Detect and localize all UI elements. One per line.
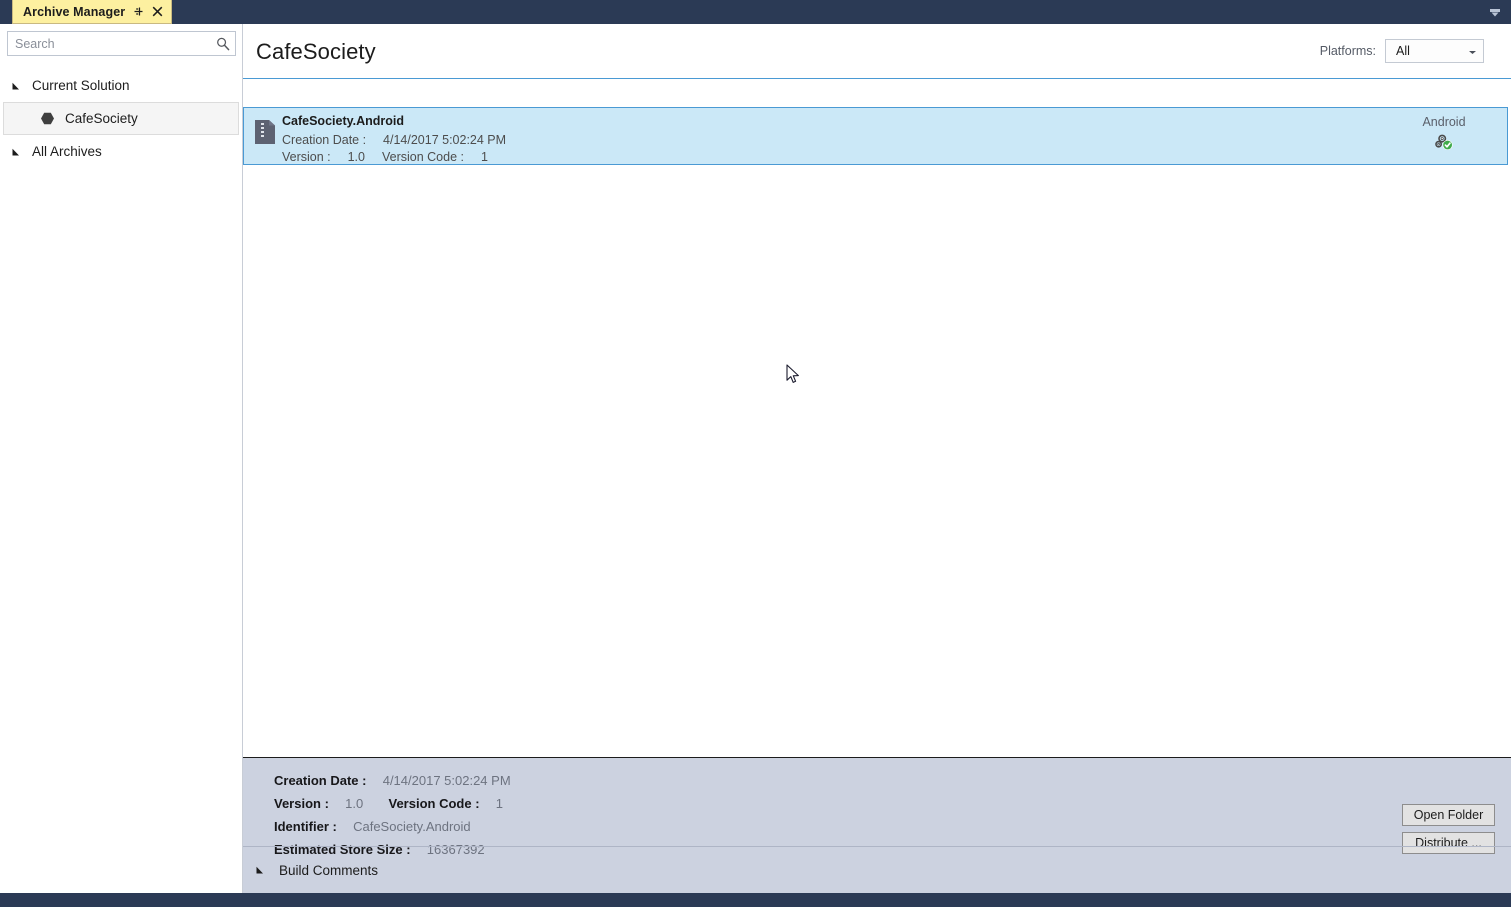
search-input[interactable] <box>8 32 211 55</box>
detail-identifier: Identifier : CafeSociety.Android <box>274 819 471 834</box>
tab-archive-manager[interactable]: Archive Manager <box>12 0 173 24</box>
tree-item-cafesociety[interactable]: CafeSociety <box>3 102 239 135</box>
archive-item-version-line: Version : 1.0 Version Code : 1 <box>282 150 488 164</box>
platform-filter: Platforms: All <box>1320 39 1484 63</box>
platform-select[interactable]: All <box>1385 39 1484 63</box>
archive-item-version-label: Version : <box>282 150 331 164</box>
tree-item-current-solution-label: Current Solution <box>32 78 130 93</box>
archive-list-item[interactable]: CafeSociety.Android Creation Date : 4/14… <box>243 107 1508 165</box>
detail-creation-date-key: Creation Date : <box>274 773 367 788</box>
detail-identifier-value: CafeSociety.Android <box>353 819 471 834</box>
detail-version: Version : 1.0 Version Code : 1 <box>274 796 503 811</box>
tab-overflow-chevron-down-icon[interactable] <box>1488 6 1502 18</box>
detail-version-key: Version : <box>274 796 329 811</box>
search-box[interactable] <box>7 31 236 56</box>
hexagon-icon <box>40 111 55 126</box>
close-icon[interactable] <box>152 6 163 17</box>
tree-item-all-archives-label: All Archives <box>32 144 102 159</box>
archive-item-version-code-value: 1 <box>480 150 488 164</box>
archive-item-platform: Android <box>1399 115 1489 151</box>
archive-item-platform-label: Android <box>1422 115 1466 129</box>
tree-item-cafesociety-label: CafeSociety <box>65 111 138 126</box>
platform-select-value: All <box>1396 44 1410 58</box>
detail-version-code-value: 1 <box>495 796 504 811</box>
archive-item-creation-date-value: 4/14/2017 5:02:24 PM <box>383 133 507 147</box>
expander-triangle-icon[interactable] <box>10 145 24 159</box>
left-pane: Current Solution CafeSociety <box>0 24 243 893</box>
build-success-icon <box>1434 133 1454 151</box>
solution-tree: Current Solution CafeSociety All Archive… <box>0 69 242 168</box>
archive-item-version-value: 1.0 <box>347 150 365 164</box>
pin-icon[interactable] <box>133 6 144 17</box>
detail-creation-date-value: 4/14/2017 5:02:24 PM <box>382 773 511 788</box>
detail-version-value: 1.0 <box>345 796 364 811</box>
details-panel: Creation Date : 4/14/2017 5:02:24 PM Ver… <box>243 757 1511 893</box>
tab-archive-manager-label: Archive Manager <box>23 4 126 19</box>
archive-item-creation-date-label: Creation Date : <box>282 133 367 147</box>
content-header: CafeSociety Platforms: All <box>243 24 1511 79</box>
archive-item-creation-date: Creation Date : 4/14/2017 5:02:24 PM <box>282 133 506 147</box>
archive-item-name: CafeSociety.Android <box>282 114 405 128</box>
tree-item-all-archives[interactable]: All Archives <box>0 135 242 168</box>
content-frame: Current Solution CafeSociety <box>0 24 1511 893</box>
archive-list: CafeSociety.Android Creation Date : 4/14… <box>243 80 1511 756</box>
archive-manager-window: Archive Manager Search Current Solution … <box>0 0 1511 907</box>
open-folder-button[interactable]: Open Folder <box>1402 804 1495 826</box>
archive-file-icon <box>254 119 276 145</box>
expander-triangle-icon[interactable] <box>254 863 268 877</box>
search-icon[interactable] <box>211 37 235 51</box>
build-comments-section-toggle[interactable]: Build Comments <box>243 847 1511 893</box>
detail-creation-date: Creation Date : 4/14/2017 5:02:24 PM <box>274 773 511 788</box>
expander-triangle-icon[interactable] <box>10 79 24 93</box>
build-comments-label: Build Comments <box>279 862 379 878</box>
detail-version-code-key: Version Code : <box>388 796 480 811</box>
right-pane: CafeSociety Platforms: All CafeSociety.A… <box>243 24 1511 893</box>
platform-filter-label: Platforms: <box>1319 44 1376 58</box>
tree-item-current-solution[interactable]: Current Solution <box>0 69 242 102</box>
tab-strip: Archive Manager <box>0 0 1511 24</box>
chevron-down-icon[interactable] <box>1468 42 1477 60</box>
page-title: CafeSociety <box>256 39 376 64</box>
archive-item-version-code-label: Version Code : <box>381 150 464 164</box>
detail-identifier-key: Identifier : <box>274 819 337 834</box>
